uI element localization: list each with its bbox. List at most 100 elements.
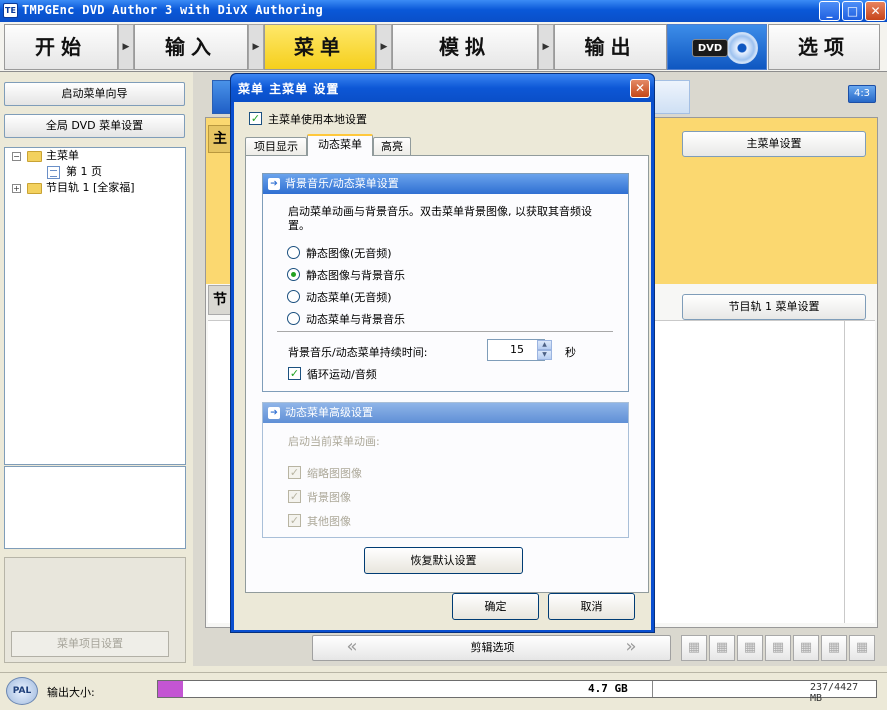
nav-simulate[interactable]: 模拟 (392, 24, 538, 70)
main-menu-settings-button[interactable]: 主菜单设置 (682, 131, 866, 157)
radio-label: 动态菜单(无音频) (306, 291, 392, 304)
page-icon (47, 166, 60, 179)
background-label: 背景图像 (307, 491, 351, 504)
advanced-group-header: ➔ 动态菜单高级设置 (263, 403, 628, 423)
layout-grid-icon[interactable]: ▦ (709, 635, 735, 661)
menu-tree: − 主菜单 第 1 页 + 节目轨 1 [全家福] (4, 147, 186, 465)
nav-arrow-icon: ▶ (118, 24, 134, 70)
used-size: 237/4427 MB (810, 682, 859, 704)
layout-grid-icon[interactable]: ▦ (737, 635, 763, 661)
nav-arrow-icon: ▶ (538, 24, 554, 70)
use-local-settings-label: 主菜单使用本地设置 (268, 113, 367, 126)
dialog-close-button[interactable]: ✕ (630, 79, 650, 98)
main-section-label: 主 (208, 125, 232, 153)
other-checkbox[interactable]: ✓ (288, 514, 301, 527)
advanced-settings-group: ➔ 动态菜单高级设置 启动当前菜单动画: ✓ 缩略图图像 ✓ 背景图像 ✓ 其他… (262, 402, 629, 538)
tree-item-page1[interactable]: 第 1 页 (66, 164, 102, 180)
duration-label: 背景音乐/动态菜单持续时间: (288, 346, 428, 359)
start-animation-label: 启动当前菜单动画: (288, 435, 380, 448)
output-size-meter: 4.7 GB 237/4427 MB (157, 680, 877, 704)
radio-dynamic-no-audio[interactable] (287, 290, 300, 303)
menu-wizard-button[interactable]: 启动菜单向导 (4, 82, 185, 106)
cancel-button[interactable]: 取消 (548, 593, 635, 620)
edit-options-bar: « 剪辑选项 » (312, 635, 671, 661)
bgm-description: 启动菜单动画与背景音乐。双击菜单背景图像, 以获取其音频设置。 (288, 205, 592, 232)
tab-item-display[interactable]: 项目显示 (245, 137, 307, 157)
app-icon: TE (3, 3, 18, 18)
expand-icon[interactable]: + (12, 184, 21, 193)
background-checkbox[interactable]: ✓ (288, 490, 301, 503)
main-navigation: 开始 ▶ 输入 ▶ 菜单 ▶ 模拟 ▶ 输出 DVD 选项 (0, 22, 887, 72)
track1-menu-settings-button[interactable]: 节目轨 1 菜单设置 (682, 294, 866, 320)
collapse-icon[interactable]: − (12, 152, 21, 161)
main-menu-settings-dialog: 菜单 主菜单 设置 ✕ ✓ 主菜单使用本地设置 项目显示 动态菜单 高亮 ➔ 背… (230, 73, 655, 633)
radio-static-no-audio[interactable] (287, 246, 300, 259)
nav-arrow-icon: ▶ (248, 24, 264, 70)
second-view-tab[interactable] (652, 80, 690, 114)
thumbnail-label: 缩略图图像 (307, 467, 362, 480)
nav-arrow-icon: ▶ (376, 24, 392, 70)
aspect-ratio-badge[interactable]: 4:3 (848, 85, 876, 103)
divider (277, 331, 613, 332)
advanced-group-title: 动态菜单高级设置 (285, 406, 373, 419)
arrow-right-icon: ➔ (268, 407, 280, 419)
spin-down-icon[interactable]: ▼ (537, 350, 552, 360)
layout-grid-icon[interactable]: ▦ (681, 635, 707, 661)
minimize-button[interactable]: _ (819, 1, 840, 21)
folder-icon (27, 151, 42, 162)
dialog-title: 菜单 主菜单 设置 (238, 82, 340, 96)
next-icon[interactable]: » (592, 636, 670, 660)
tree-item-track1[interactable]: 节目轨 1 [全家福] (46, 180, 135, 196)
radio-label: 静态图像与背景音乐 (306, 269, 405, 282)
radio-label: 动态菜单与背景音乐 (306, 313, 405, 326)
menu-preview-panel (4, 466, 186, 549)
dvd-output-type[interactable]: DVD (667, 24, 767, 70)
tab-dynamic-menu[interactable]: 动态菜单 (307, 134, 373, 156)
tree-item-main-menu[interactable]: 主菜单 (46, 148, 79, 164)
bgm-settings-group: ➔ 背景音乐/动态菜单设置 启动菜单动画与背景音乐。双击菜单背景图像, 以获取其… (262, 173, 629, 392)
close-button[interactable]: ✕ (865, 1, 886, 21)
window-title: TMPGEnc DVD Author 3 with DivX Authoring (22, 3, 323, 17)
dvd-label: DVD (692, 39, 728, 57)
bgm-group-header: ➔ 背景音乐/动态菜单设置 (263, 174, 628, 194)
radio-label: 静态图像(无音频) (306, 247, 392, 260)
title-bar: TE TMPGEnc DVD Author 3 with DivX Author… (0, 0, 887, 22)
layout-grid-icon[interactable]: ▦ (849, 635, 875, 661)
restore-defaults-button[interactable]: 恢复默认设置 (364, 547, 523, 574)
other-label: 其他图像 (307, 515, 351, 528)
nav-output[interactable]: 输出 (554, 24, 667, 70)
tab-highlight[interactable]: 高亮 (373, 137, 411, 157)
nav-menu[interactable]: 菜单 (264, 24, 376, 70)
arrow-right-icon: ➔ (268, 178, 280, 190)
spin-up-icon[interactable]: ▲ (537, 340, 552, 350)
track-section-label: 节 (208, 285, 232, 315)
radio-dynamic-with-bgm[interactable] (287, 312, 300, 325)
folder-icon (27, 183, 42, 194)
loop-label: 循环运动/音频 (307, 368, 377, 381)
disc-capacity: 4.7 GB (588, 682, 628, 695)
nav-input[interactable]: 输入 (134, 24, 248, 70)
duration-unit: 秒 (565, 346, 576, 359)
radio-static-with-bgm[interactable] (287, 268, 300, 281)
loop-checkbox[interactable]: ✓ (288, 367, 301, 380)
nav-options[interactable]: 选项 (768, 24, 880, 70)
menu-item-settings-button[interactable]: 菜单项目设置 (11, 631, 169, 657)
dialog-body: ✓ 主菜单使用本地设置 项目显示 动态菜单 高亮 ➔ 背景音乐/动态菜单设置 启… (234, 102, 651, 630)
bgm-group-title: 背景音乐/动态菜单设置 (285, 177, 399, 190)
output-size-label: 输出大小: (47, 686, 95, 699)
maximize-button[interactable]: □ (842, 1, 863, 21)
ok-button[interactable]: 确定 (452, 593, 539, 620)
thumbnail-checkbox[interactable]: ✓ (288, 466, 301, 479)
edit-options-button[interactable]: 剪辑选项 (393, 636, 592, 660)
use-local-settings-checkbox[interactable]: ✓ (249, 112, 262, 125)
duration-stepper[interactable]: ▲ ▼ (537, 340, 552, 360)
global-dvd-menu-settings-button[interactable]: 全局 DVD 菜单设置 (4, 114, 185, 138)
nav-start[interactable]: 开始 (4, 24, 118, 70)
capacity-marker (652, 681, 653, 697)
previous-icon[interactable]: « (313, 636, 391, 660)
pal-badge[interactable]: PAL (6, 677, 38, 705)
dialog-title-bar: 菜单 主菜单 设置 ✕ (231, 74, 654, 102)
layout-grid-icon[interactable]: ▦ (793, 635, 819, 661)
layout-grid-icon[interactable]: ▦ (821, 635, 847, 661)
layout-grid-icon[interactable]: ▦ (765, 635, 791, 661)
